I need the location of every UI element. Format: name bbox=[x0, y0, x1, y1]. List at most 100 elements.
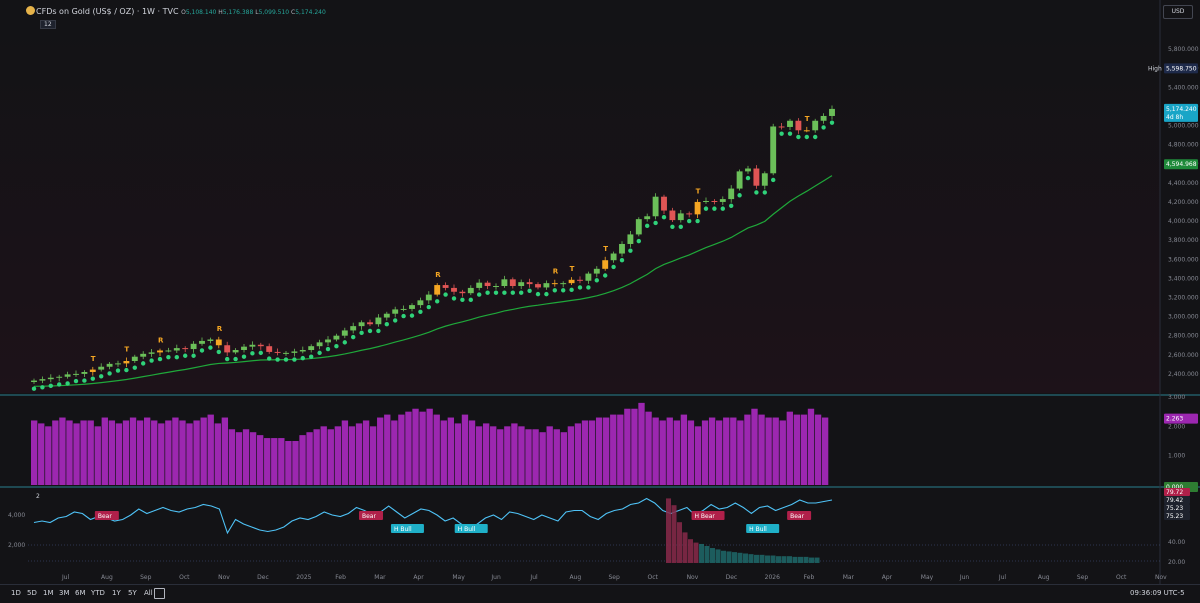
timeframe-5y[interactable]: 5Y bbox=[128, 589, 137, 597]
volume-bar bbox=[80, 420, 87, 485]
trend-dot bbox=[561, 288, 566, 293]
timeframe-ytd[interactable]: YTD bbox=[91, 589, 105, 597]
price-label-value: 5,598.750 bbox=[1166, 65, 1197, 72]
trend-dot bbox=[712, 206, 717, 211]
trend-dot bbox=[611, 264, 616, 270]
time-axis-label: Aug bbox=[569, 574, 581, 581]
candle-body bbox=[89, 369, 96, 372]
histogram-bar bbox=[677, 522, 682, 563]
trend-dot bbox=[317, 350, 322, 356]
candle-body bbox=[341, 330, 348, 336]
volume-bar bbox=[52, 420, 59, 485]
candle-body bbox=[375, 317, 382, 325]
trend-dot bbox=[359, 330, 364, 336]
osc-right-tick: 40.00 bbox=[1168, 539, 1185, 546]
candle-body bbox=[106, 363, 113, 367]
candle-body bbox=[274, 351, 281, 353]
divergence-label: Bear bbox=[790, 513, 804, 520]
histogram-bar bbox=[732, 552, 737, 563]
trend-dot bbox=[208, 345, 213, 350]
price-tick-label: 4,200.000 bbox=[1168, 199, 1199, 206]
trend-dot bbox=[124, 367, 129, 373]
trend-dot bbox=[762, 190, 767, 195]
time-axis-label: Mar bbox=[374, 574, 386, 581]
volume-bar bbox=[115, 423, 123, 485]
candle-body bbox=[635, 219, 642, 235]
candle-body bbox=[316, 342, 323, 347]
trend-dot bbox=[199, 348, 205, 353]
trend-dot bbox=[779, 131, 784, 136]
divergence-label: H Bull bbox=[394, 526, 412, 533]
volume-bar bbox=[369, 426, 377, 485]
candle-body bbox=[787, 120, 793, 127]
candle-body bbox=[451, 287, 457, 292]
volume-bar bbox=[101, 417, 108, 485]
osc-value-label: 79.42 bbox=[1166, 497, 1183, 504]
price-tick-label: 5,400.000 bbox=[1168, 84, 1199, 91]
trend-dot bbox=[351, 334, 356, 340]
candle-body bbox=[31, 380, 37, 383]
histogram-bar bbox=[666, 498, 671, 563]
trend-dot bbox=[829, 120, 835, 125]
volume-bar bbox=[638, 402, 645, 485]
time-axis-label: Oct bbox=[648, 574, 659, 581]
signal-label: R bbox=[553, 268, 559, 276]
timeframe-all[interactable]: All bbox=[144, 589, 153, 597]
volume-bar bbox=[666, 417, 673, 485]
candle-body bbox=[266, 346, 273, 352]
timeframe-3m[interactable]: 3M bbox=[59, 589, 70, 597]
trend-dot bbox=[300, 355, 305, 361]
trend-dot bbox=[502, 290, 507, 295]
candle-body bbox=[602, 260, 609, 269]
time-axis-label: Jun bbox=[959, 574, 970, 581]
volume-bar bbox=[377, 417, 384, 485]
candle-body bbox=[425, 294, 432, 301]
price-chart[interactable]: 2,400.000 2,600.000 2,800.000 3,000.000 3,20… bbox=[0, 0, 1200, 602]
volume-bar bbox=[744, 414, 751, 485]
volume-value-label: 2.263 bbox=[1166, 416, 1183, 423]
candle-body bbox=[467, 287, 474, 294]
candle-body bbox=[812, 120, 819, 131]
volume-bar bbox=[158, 423, 165, 485]
signal-label: R bbox=[435, 271, 441, 279]
candle-body bbox=[652, 196, 659, 217]
candle-body bbox=[770, 126, 777, 174]
volume-bar bbox=[122, 420, 130, 485]
trend-dot bbox=[334, 343, 339, 349]
candle-body bbox=[543, 283, 550, 288]
timeframe-1d[interactable]: 1D bbox=[11, 589, 21, 597]
price-tick-label: 4,000.000 bbox=[1168, 218, 1199, 225]
trend-dot bbox=[241, 354, 247, 359]
candle-body bbox=[509, 279, 516, 287]
timeframe-1y[interactable]: 1Y bbox=[112, 589, 121, 597]
volume-bar bbox=[772, 417, 779, 485]
candle-body bbox=[350, 326, 357, 331]
trend-dot bbox=[695, 218, 700, 224]
trend-dot bbox=[687, 218, 692, 224]
volume-bar bbox=[334, 426, 342, 485]
volume-bar bbox=[249, 432, 257, 485]
timeframe-1m[interactable]: 1M bbox=[43, 589, 54, 597]
trend-dot bbox=[401, 313, 406, 319]
timeframe-5d[interactable]: 5D bbox=[27, 589, 37, 597]
signal-label: T bbox=[570, 265, 575, 273]
candle-body bbox=[719, 199, 726, 202]
volume-bar bbox=[807, 408, 815, 485]
time-axis-label: Nov bbox=[218, 574, 230, 581]
timeframe-6m[interactable]: 6M bbox=[75, 589, 86, 597]
signal-label: T bbox=[805, 115, 810, 123]
candle-body bbox=[593, 268, 600, 274]
candle-body bbox=[820, 115, 827, 121]
volume-bar bbox=[256, 435, 264, 485]
calendar-range-icon[interactable] bbox=[154, 588, 165, 599]
time-axis-label: Sep bbox=[1077, 574, 1089, 581]
volume-bar bbox=[687, 420, 695, 485]
trend-dot bbox=[645, 223, 650, 229]
osc-left-tick: 4,000 bbox=[8, 512, 25, 519]
price-label-caption: High bbox=[1148, 65, 1162, 72]
clock[interactable]: 09:36:09 UTC-5 bbox=[1130, 589, 1185, 597]
candle-body bbox=[39, 379, 46, 381]
volume-bar bbox=[560, 432, 568, 485]
candle-body bbox=[669, 210, 676, 221]
trend-dot bbox=[31, 386, 37, 391]
